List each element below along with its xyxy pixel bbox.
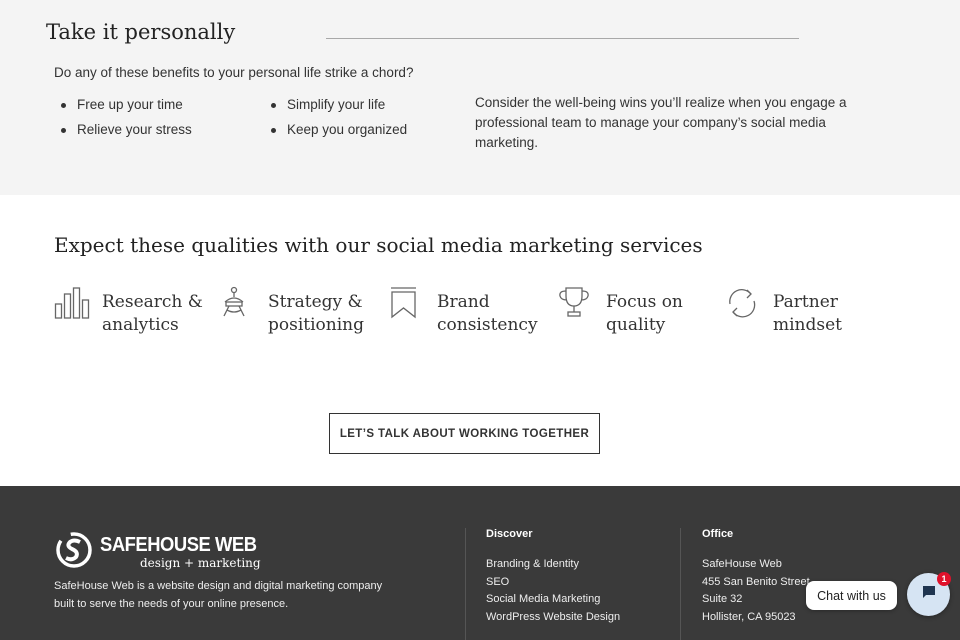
- footer-link-wordpress[interactable]: WordPress Website Design: [486, 609, 620, 627]
- benefits-list: Free up your time Simplify your life Rel…: [59, 95, 459, 139]
- footer-description: SafeHouse Web is a website design and di…: [54, 580, 383, 610]
- strategy-icon: [220, 286, 256, 320]
- benefit-item: Relieve your stress: [59, 120, 269, 139]
- address-line: Hollister, CA 95023: [702, 610, 796, 623]
- footer-link-social-media[interactable]: Social Media Marketing: [486, 591, 620, 609]
- bar-chart-icon: [54, 286, 90, 320]
- office-heading: Office: [702, 528, 734, 540]
- lets-talk-button[interactable]: LET’S TALK ABOUT WORKING TOGETHER: [329, 413, 600, 454]
- site-footer: SAFEHOUSE WEB design + marketing SafeHou…: [0, 486, 960, 640]
- quality-label: Partner mindset: [773, 292, 843, 335]
- quality-label: Focus on quality: [606, 292, 683, 335]
- logo-subtitle: design + marketing: [140, 556, 261, 570]
- quality-strategy-positioning: Strategy & positioning: [220, 286, 364, 337]
- safehouse-web-logo[interactable]: SAFEHOUSE WEB design + marketing: [54, 530, 264, 572]
- quality-partner-mindset: Partner mindset: [725, 286, 842, 337]
- footer-divider: [465, 528, 466, 640]
- benefit-item: Simplify your life: [269, 95, 459, 114]
- footer-link-seo[interactable]: SEO: [486, 574, 620, 592]
- quality-brand-consistency: Brand consistency: [389, 286, 538, 337]
- quality-focus-on-quality: Focus on quality: [558, 286, 683, 337]
- address-line: SafeHouse Web: [702, 558, 782, 570]
- personal-section-title: Take it personally: [46, 20, 236, 44]
- footer-link-branding[interactable]: Branding & Identity: [486, 556, 620, 574]
- quality-label: Research & analytics: [102, 292, 203, 335]
- refresh-icon: [725, 286, 761, 320]
- personal-question: Do any of these benefits to your persona…: [54, 65, 414, 80]
- benefit-item: Keep you organized: [269, 120, 459, 139]
- address-line: Suite 32: [702, 593, 743, 605]
- footer-divider: [680, 528, 681, 640]
- bookmark-icon: [389, 286, 425, 320]
- personal-benefits-section: Take it personally Do any of these benef…: [0, 0, 960, 195]
- logo-s-mark-icon: [54, 530, 96, 577]
- discover-heading: Discover: [486, 528, 533, 540]
- title-divider-line: [326, 38, 799, 39]
- chat-icon: [921, 584, 937, 605]
- wellbeing-note: Consider the well-being wins you’ll real…: [475, 95, 847, 150]
- chat-notification-badge: 1: [937, 572, 951, 586]
- quality-research-analytics: Research & analytics: [54, 286, 203, 337]
- benefit-item: Free up your time: [59, 95, 269, 114]
- quality-label: Brand consistency: [437, 292, 538, 335]
- qualities-row: Research & analytics Strategy & position…: [54, 286, 914, 346]
- quality-label: Strategy & positioning: [268, 292, 364, 335]
- qualities-title: Expect these qualities with our social m…: [54, 233, 703, 257]
- chat-with-us-prompt[interactable]: Chat with us: [806, 581, 897, 610]
- trophy-icon: [558, 286, 594, 320]
- office-address: SafeHouse Web 455 San Benito Street Suit…: [702, 556, 810, 626]
- address-line: 455 San Benito Street: [702, 575, 810, 588]
- discover-links: Branding & Identity SEO Social Media Mar…: [486, 556, 620, 626]
- logo-title: SAFEHOUSE WEB: [100, 534, 257, 556]
